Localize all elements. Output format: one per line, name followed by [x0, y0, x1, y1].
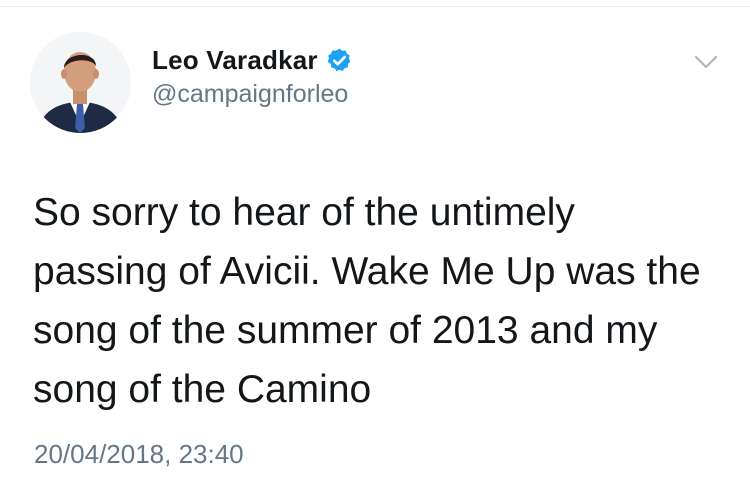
tweet-text-line: passing of Avicii. Wake Me Up was the: [33, 250, 701, 293]
tweet-card: Leo Varadkar @campaignforleo So sorry to…: [0, 0, 750, 495]
tweet-text-line: song of the summer of 2013 and my: [33, 309, 658, 352]
tweet-text: So sorry to hear of the untimely passing…: [33, 183, 733, 419]
author-avatar[interactable]: [30, 32, 131, 133]
author-info: Leo Varadkar @campaignforleo: [152, 42, 353, 109]
profile-photo-icon: [30, 32, 131, 133]
author-name-row: Leo Varadkar: [152, 42, 353, 78]
tweet-text-line: So sorry to hear of the untimely: [33, 191, 575, 234]
author-handle[interactable]: @campaignforleo: [152, 80, 353, 109]
author-display-name[interactable]: Leo Varadkar: [152, 45, 318, 76]
verified-badge-icon: [326, 47, 353, 74]
tweet-timestamp[interactable]: 20/04/2018, 23:40: [34, 439, 244, 470]
chevron-down-icon[interactable]: [691, 50, 721, 74]
tweet-text-line: song of the Camino: [33, 368, 372, 411]
